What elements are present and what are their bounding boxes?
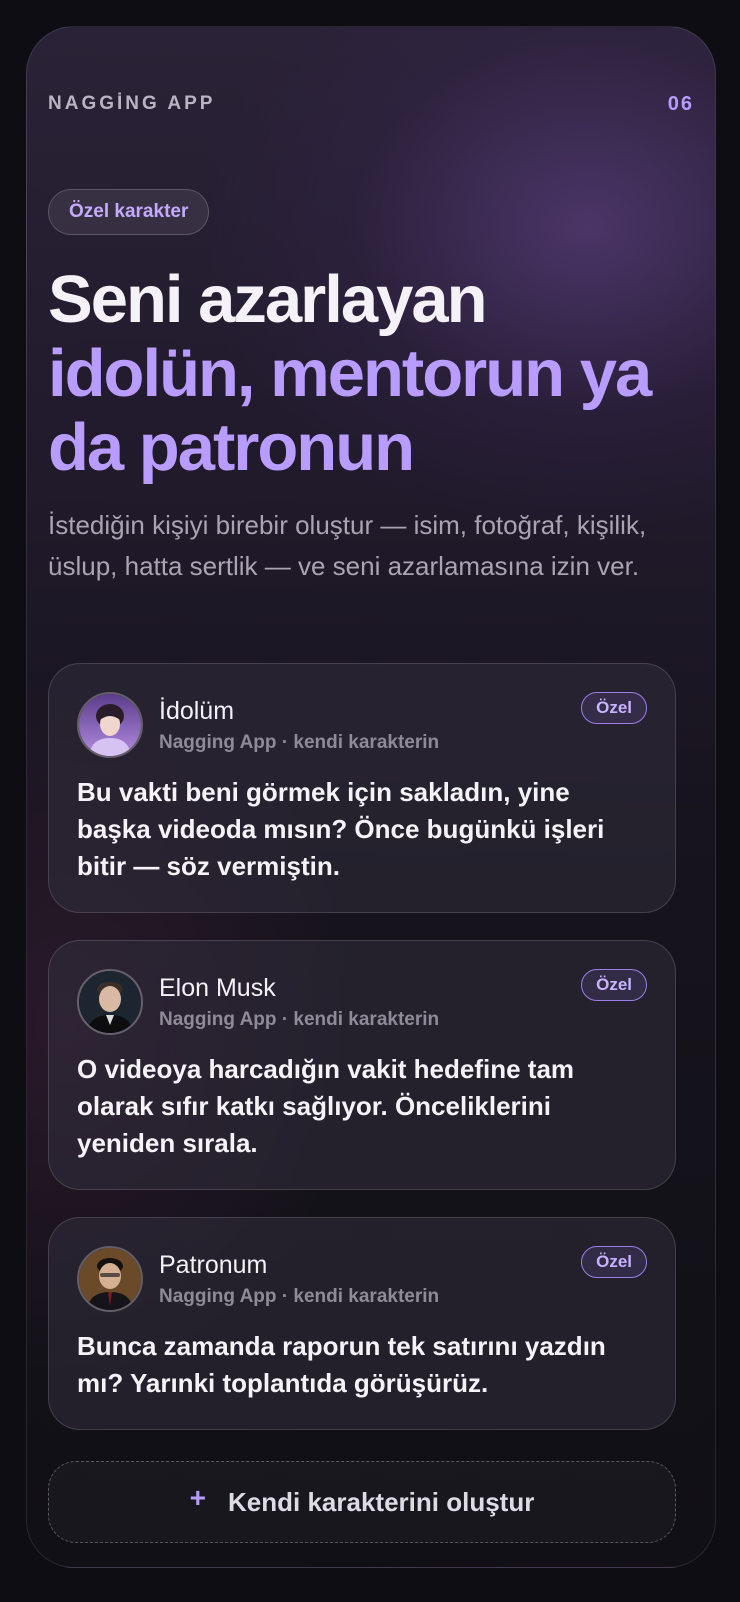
avatar [77, 1246, 143, 1312]
nag-message: Bu vakti beni görmek için sakladın, yine… [77, 777, 605, 881]
headline: Seni azarlayan idolün, mentorun ya da pa… [48, 263, 708, 485]
headline-line-1: Seni azarlayan [48, 262, 488, 337]
nag-message: O videoya harcadığın vakit hedefine tam … [77, 1054, 575, 1158]
create-character-button[interactable]: + Kendi karakterini oluştur [48, 1461, 676, 1543]
character-card-elon[interactable]: Elon Musk Nagging App · kendi karakterin… [48, 940, 676, 1190]
headline-line-3: da patronun [48, 410, 415, 485]
nag-message: Bunca zamanda raporun tek satırını yazdı… [77, 1331, 606, 1398]
headline-line-2: idolün, mentorun ya [48, 336, 652, 411]
category-pill: Özel karakter [48, 189, 210, 235]
plus-icon: + [189, 1482, 207, 1513]
character-card-idol[interactable]: İdolüm Nagging App · kendi karakterin Öz… [48, 663, 676, 913]
character-subtitle: Nagging App · kendi karakterin [159, 1286, 440, 1307]
avatar [77, 969, 143, 1035]
character-name: Patronum [159, 1251, 268, 1279]
top-bar: NAGGİNG APP 06 [48, 93, 694, 119]
custom-badge: Özel [581, 692, 647, 724]
app-name: NAGGİNG APP [48, 93, 216, 114]
character-name: Elon Musk [159, 974, 276, 1002]
description: İstediğin kişiyi birebir oluştur — isim,… [48, 510, 647, 581]
page-number: 06 [667, 93, 694, 115]
character-name: İdolüm [159, 697, 235, 725]
character-card-boss[interactable]: Patronum Nagging App · kendi karakterin … [48, 1217, 676, 1430]
create-character-label: Kendi karakterini oluştur [228, 1486, 535, 1517]
character-subtitle: Nagging App · kendi karakterin [159, 732, 440, 753]
avatar [77, 692, 143, 758]
phone-frame: NAGGİNG APP 06 Özel karakter Seni azarla… [26, 26, 716, 1568]
custom-badge: Özel [581, 969, 647, 1001]
character-subtitle: Nagging App · kendi karakterin [159, 1009, 440, 1030]
custom-badge: Özel [581, 1246, 647, 1278]
